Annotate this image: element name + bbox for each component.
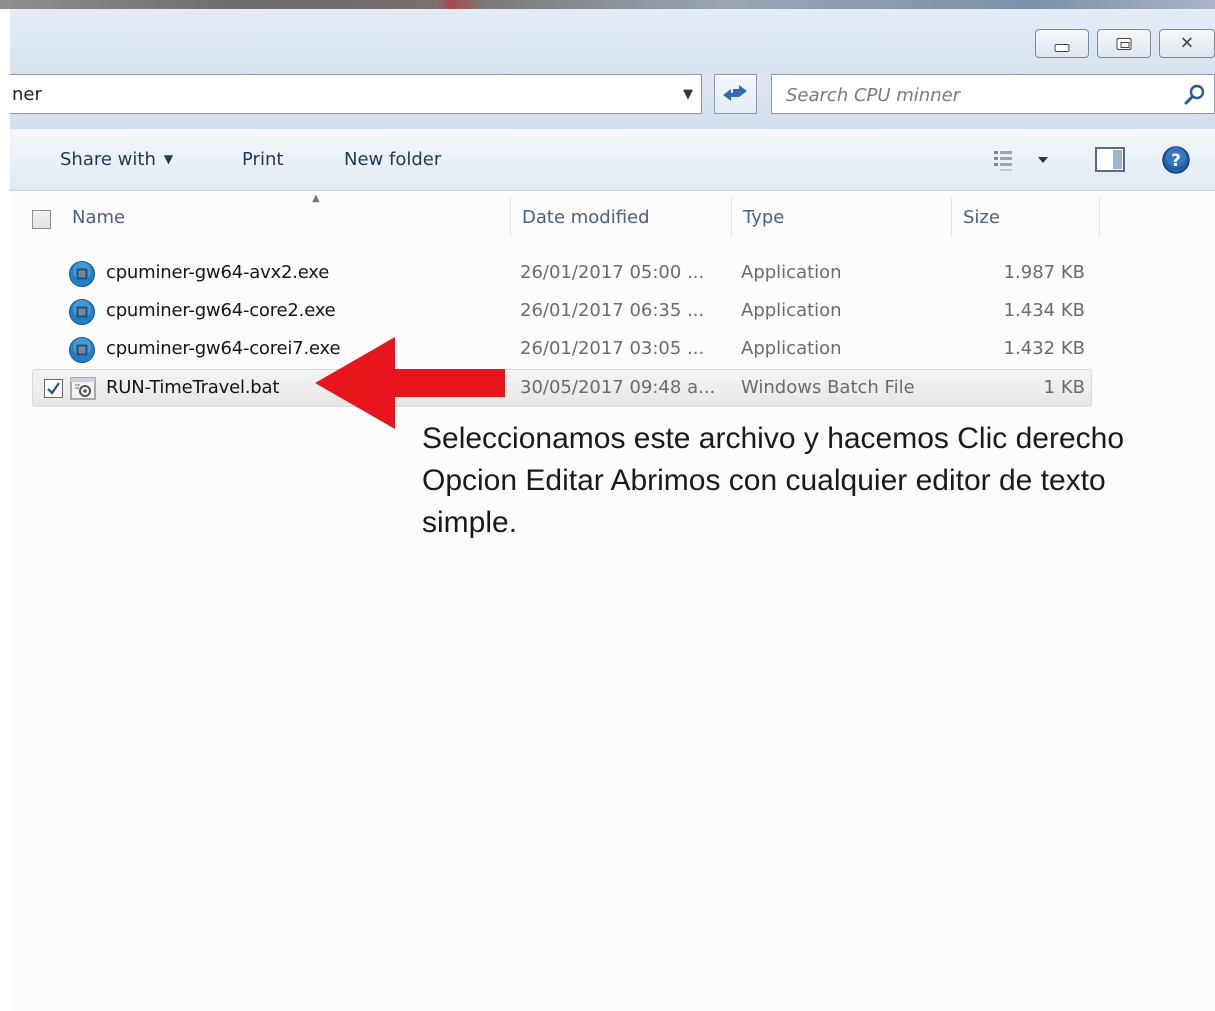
application-icon <box>68 336 96 369</box>
print-button[interactable]: Print <box>242 149 283 170</box>
column-headers: Name ▲ Date modified Type Size <box>10 191 1215 239</box>
address-bar[interactable]: ner ▼ <box>10 74 702 114</box>
file-type: Application <box>741 300 842 321</box>
search-input[interactable] <box>784 81 1168 109</box>
search-icon[interactable] <box>1182 82 1208 112</box>
help-button[interactable]: ? <box>1160 144 1192 176</box>
annotation-line: Opcion Editar Abrimos con cualquier edit… <box>422 464 1106 497</box>
file-date-modified: 26/01/2017 03:05 ... <box>520 338 705 359</box>
maximize-icon <box>1116 37 1132 50</box>
file-size: 1.987 KB <box>1003 262 1085 283</box>
chevron-down-icon[interactable]: ▼ <box>683 87 693 102</box>
refresh-button[interactable] <box>714 74 757 114</box>
column-header-type[interactable]: Type <box>731 191 951 239</box>
application-icon <box>68 260 96 293</box>
red-arrow-annotation <box>315 337 505 429</box>
annotation-line: simple. <box>422 506 518 539</box>
file-checkbox[interactable] <box>44 379 63 398</box>
explorer-window: ✕ ner ▼ Share with ▼ Print <box>10 9 1215 1011</box>
annotation-text: Seleccionamos este archivo y hacemos Cli… <box>422 418 1202 544</box>
new-folder-button[interactable]: New folder <box>344 149 441 170</box>
minimize-button[interactable] <box>1035 29 1089 58</box>
maximize-button[interactable] <box>1097 29 1151 58</box>
column-divider[interactable] <box>1099 197 1100 237</box>
column-header-name-label: Name <box>72 207 126 228</box>
command-bar: Share with ▼ Print New folder ? <box>10 129 1215 191</box>
file-size: 1.432 KB <box>1003 338 1085 359</box>
file-name: cpuminer-gw64-avx2.exe <box>106 262 330 283</box>
batch-file-icon <box>69 375 97 408</box>
column-header-name[interactable]: Name ▲ <box>60 191 512 239</box>
file-name: cpuminer-gw64-corei7.exe <box>106 338 341 359</box>
application-icon <box>68 298 96 331</box>
column-header-size-label: Size <box>963 207 1000 228</box>
file-size: 1.434 KB <box>1003 300 1085 321</box>
file-date-modified: 26/01/2017 05:00 ... <box>520 262 705 283</box>
file-row[interactable]: cpuminer-gw64-corei7.exe 26/01/2017 03:0… <box>10 330 1215 368</box>
file-type: Application <box>741 262 842 283</box>
file-date-modified: 30/05/2017 09:48 a... <box>520 377 716 398</box>
close-icon: ✕ <box>1179 33 1195 53</box>
file-size: 1 KB <box>1043 377 1085 398</box>
file-date-modified: 26/01/2017 06:35 ... <box>520 300 705 321</box>
help-icon: ? <box>1162 146 1190 174</box>
file-type: Windows Batch File <box>741 377 915 398</box>
file-name: RUN-TimeTravel.bat <box>106 377 280 398</box>
file-row[interactable]: cpuminer-gw64-avx2.exe 26/01/2017 05:00 … <box>10 254 1215 292</box>
preview-pane-icon <box>1095 147 1125 172</box>
sort-ascending-icon: ▲ <box>312 193 320 204</box>
column-header-date-label: Date modified <box>522 207 650 228</box>
taskbar-strip <box>0 0 1215 9</box>
column-header-date-modified[interactable]: Date modified <box>510 191 731 239</box>
file-list-pane: Name ▲ Date modified Type Size cpuminer-… <box>10 191 1215 1011</box>
chevron-down-icon: ▼ <box>163 152 174 166</box>
preview-pane-button[interactable] <box>1093 146 1127 174</box>
address-path: ner <box>12 84 42 105</box>
column-header-size[interactable]: Size <box>951 191 1099 239</box>
select-all-checkbox[interactable] <box>32 210 51 229</box>
close-button[interactable]: ✕ <box>1159 29 1215 58</box>
annotation-line: Seleccionamos este archivo y hacemos Cli… <box>422 422 1124 455</box>
title-bar: ✕ <box>10 9 1215 77</box>
file-row[interactable]: cpuminer-gw64-core2.exe 26/01/2017 06:35… <box>10 292 1215 330</box>
search-box[interactable] <box>771 74 1215 114</box>
svg-text:?: ? <box>1171 151 1181 171</box>
view-options-button[interactable] <box>992 146 1052 174</box>
file-name: cpuminer-gw64-core2.exe <box>106 300 336 321</box>
details-view-icon <box>994 151 1048 171</box>
minimize-icon <box>1054 43 1070 52</box>
address-row: ner ▼ <box>10 74 1215 129</box>
file-type: Application <box>741 338 842 359</box>
column-header-type-label: Type <box>743 207 785 228</box>
refresh-icon <box>723 85 747 101</box>
share-with-label: Share with <box>60 149 156 170</box>
file-row-selected[interactable]: RUN-TimeTravel.bat 30/05/2017 09:48 a...… <box>10 369 1215 407</box>
share-with-button[interactable]: Share with ▼ <box>60 149 173 170</box>
